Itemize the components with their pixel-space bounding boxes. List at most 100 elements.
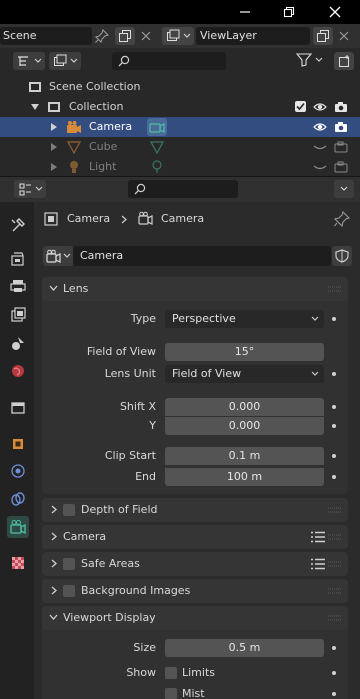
- new-scene-icon[interactable]: [115, 27, 135, 45]
- background-images-checkbox[interactable]: [63, 585, 75, 597]
- render-camera-icon[interactable]: [334, 100, 348, 114]
- delete-viewlayer-icon[interactable]: [337, 29, 351, 43]
- keyframe-dot[interactable]: [332, 454, 336, 458]
- viewlayer-name-field[interactable]: ViewLayer: [196, 27, 310, 45]
- chevron-down-icon: [49, 614, 58, 620]
- drag-grip-icon[interactable]: [328, 534, 342, 540]
- datablock-browse-button[interactable]: [43, 246, 73, 266]
- expand-down-icon[interactable]: [31, 104, 39, 111]
- options-dropdown-button[interactable]: [334, 180, 354, 198]
- datablock-name-field[interactable]: Camera: [73, 246, 331, 266]
- render-camera-icon[interactable]: [334, 120, 348, 134]
- shift-y-field[interactable]: 0.000: [165, 417, 324, 435]
- keyframe-dot[interactable]: [332, 646, 336, 650]
- view-layer-tab-icon[interactable]: [7, 304, 29, 326]
- presets-list-icon[interactable]: [311, 531, 325, 543]
- drag-grip-icon[interactable]: [328, 588, 342, 594]
- outliner-filter-browse[interactable]: [49, 52, 81, 70]
- shift-x-field[interactable]: 0.000: [165, 398, 324, 416]
- close-icon[interactable]: [318, 0, 352, 24]
- eye-icon[interactable]: [313, 120, 327, 134]
- size-field[interactable]: 0.5 m: [165, 639, 324, 657]
- properties-search-input[interactable]: [128, 180, 238, 198]
- delete-scene-icon[interactable]: [139, 29, 153, 43]
- outliner-label: Collection: [69, 100, 124, 113]
- keyframe-dot[interactable]: [332, 671, 336, 675]
- tool-tab-icon[interactable]: [7, 214, 29, 236]
- viewport-display-panel-header[interactable]: Viewport Display: [42, 606, 348, 630]
- lens-unit-dropdown[interactable]: Field of View: [165, 365, 324, 383]
- keyframe-dot[interactable]: [332, 372, 336, 376]
- camera-data-icon[interactable]: [147, 118, 167, 136]
- depth-of-field-panel-header[interactable]: Depth of Field: [42, 498, 348, 522]
- collection-tab-icon[interactable]: [7, 397, 29, 419]
- breadcrumb-data[interactable]: Camera: [161, 212, 204, 225]
- drag-grip-icon[interactable]: [328, 561, 342, 567]
- lens-panel-header[interactable]: Lens: [42, 277, 348, 301]
- chevron-right-icon: [51, 559, 57, 568]
- keyframe-dot[interactable]: [332, 405, 336, 409]
- presets-list-icon[interactable]: [311, 558, 325, 570]
- viewlayer-browse-button[interactable]: [162, 27, 194, 45]
- breadcrumb-object[interactable]: Camera: [67, 212, 110, 225]
- type-dropdown[interactable]: Perspective: [165, 310, 324, 328]
- editor-type-button[interactable]: [14, 180, 46, 198]
- eye-closed-icon[interactable]: [313, 160, 327, 174]
- render-tab-icon[interactable]: [7, 248, 29, 270]
- expand-right-icon[interactable]: [51, 123, 58, 131]
- clip-end-label: End: [135, 470, 156, 483]
- outliner-row-camera[interactable]: Camera: [0, 117, 360, 137]
- checkbox-checked-icon[interactable]: [294, 100, 308, 114]
- maximize-icon[interactable]: [272, 0, 306, 24]
- keyframe-dot[interactable]: [332, 317, 336, 321]
- keyframe-dot[interactable]: [332, 424, 336, 428]
- render-camera-off-icon[interactable]: [334, 160, 348, 174]
- background-images-panel-header[interactable]: Background Images: [42, 579, 348, 603]
- outliner-row-scene-collection[interactable]: Scene Collection: [0, 77, 360, 97]
- fov-field[interactable]: 15°: [165, 343, 324, 361]
- new-collection-icon[interactable]: [334, 52, 354, 70]
- outliner-row-collection[interactable]: Collection: [0, 97, 360, 117]
- mist-checkbox[interactable]: [165, 688, 177, 699]
- drag-grip-icon[interactable]: [328, 615, 342, 621]
- world-tab-icon[interactable]: [7, 360, 29, 382]
- expand-right-icon[interactable]: [51, 143, 58, 151]
- safe-areas-panel-header[interactable]: Safe Areas: [42, 552, 348, 576]
- texture-tab-icon[interactable]: [7, 552, 29, 574]
- fake-user-shield-icon[interactable]: [332, 246, 352, 266]
- outliner: Scene Collection Collection Camera Cube …: [0, 48, 360, 176]
- drag-grip-icon[interactable]: [328, 286, 342, 292]
- pin-icon[interactable]: [334, 211, 350, 227]
- render-camera-off-icon[interactable]: [334, 140, 348, 154]
- physics-tab-icon[interactable]: [7, 460, 29, 482]
- minimize-icon[interactable]: [228, 0, 262, 24]
- eye-closed-icon[interactable]: [313, 140, 327, 154]
- object-tab-icon[interactable]: [7, 433, 29, 455]
- scene-name-field[interactable]: Scene: [0, 27, 92, 45]
- camera-panel-header[interactable]: Camera: [42, 525, 348, 549]
- clip-end-field[interactable]: 100 m: [165, 468, 324, 486]
- keyframe-dot[interactable]: [332, 692, 336, 696]
- output-tab-icon[interactable]: [7, 275, 29, 297]
- pin-icon[interactable]: [95, 29, 109, 43]
- scene-tab-icon[interactable]: [7, 332, 29, 354]
- filter-icon[interactable]: [296, 53, 324, 67]
- safe-areas-checkbox[interactable]: [63, 558, 75, 570]
- eye-icon[interactable]: [313, 100, 327, 114]
- depth-of-field-checkbox[interactable]: [63, 504, 75, 516]
- outliner-row-cube[interactable]: Cube: [0, 137, 360, 157]
- limits-checkbox[interactable]: [165, 667, 177, 679]
- constraints-tab-icon[interactable]: [7, 488, 29, 510]
- display-mode-button[interactable]: [13, 52, 45, 70]
- shift-y-label: Y: [149, 419, 156, 432]
- drag-grip-icon[interactable]: [328, 507, 342, 513]
- camera-data-tab-icon[interactable]: [7, 516, 29, 538]
- outliner-row-light[interactable]: Light: [0, 157, 360, 176]
- clip-start-field[interactable]: 0.1 m: [165, 447, 324, 465]
- outliner-search-input[interactable]: [112, 52, 226, 70]
- expand-right-icon[interactable]: [51, 163, 58, 171]
- object-data-icon: [44, 212, 58, 226]
- light-object-icon: [70, 161, 78, 173]
- new-viewlayer-icon[interactable]: [313, 27, 333, 45]
- keyframe-dot[interactable]: [332, 475, 336, 479]
